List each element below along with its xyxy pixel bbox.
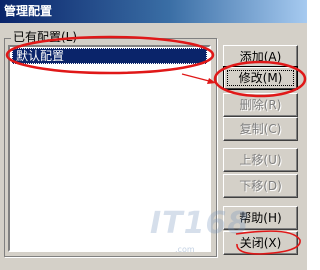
manage-profiles-dialog: 管理配置 已有配置(L) 默认配置 添加(A) 修改(M) 删除(R) 复制(C… [0, 0, 307, 270]
modify-button-label: 修改(M) [238, 71, 283, 85]
watermark-domain: .com [175, 245, 195, 254]
copy-button[interactable]: 复制(C) [223, 117, 298, 141]
watermark-logo: IT168 [150, 206, 250, 241]
move-up-button[interactable]: 上移(U) [223, 148, 298, 172]
modify-button[interactable]: 修改(M) [223, 66, 298, 90]
profiles-group-label: 已有配置(L) [11, 30, 80, 44]
move-down-button-label: 下移(D) [239, 179, 282, 193]
window-title: 管理配置 [4, 4, 53, 18]
add-button-label: 添加(A) [239, 50, 282, 64]
move-up-button-label: 上移(U) [239, 153, 282, 167]
list-item[interactable]: 默认配置 [12, 48, 207, 64]
delete-button-label: 删除(R) [239, 98, 282, 112]
delete-button[interactable]: 删除(R) [223, 93, 298, 117]
title-bar: 管理配置 [0, 0, 307, 23]
copy-button-label: 复制(C) [239, 122, 282, 136]
move-down-button[interactable]: 下移(D) [223, 174, 298, 198]
